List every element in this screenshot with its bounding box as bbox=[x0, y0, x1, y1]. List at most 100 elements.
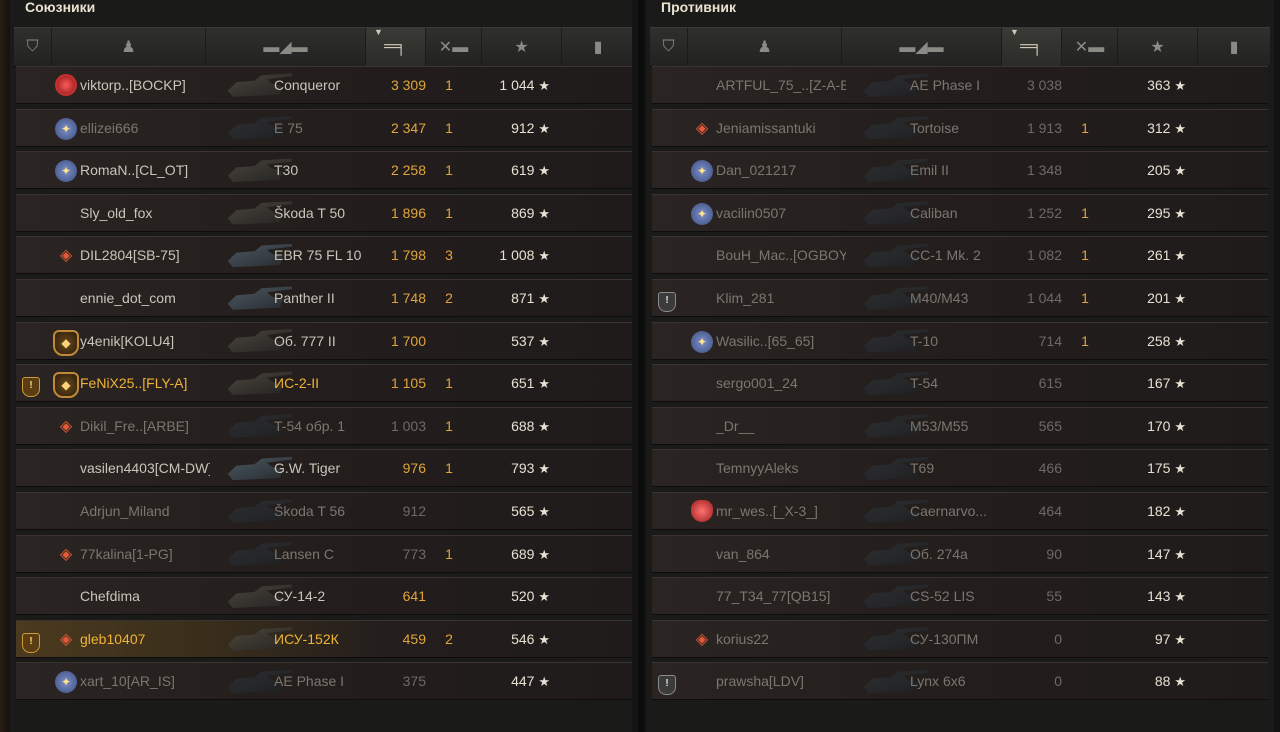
player-name[interactable]: 77kalina[1-PG] bbox=[80, 536, 210, 572]
player-column-header[interactable]: ♟ bbox=[688, 28, 842, 66]
player-name[interactable]: prawsha[LDV] bbox=[716, 663, 846, 699]
player-name[interactable]: Dan_021217 bbox=[716, 152, 846, 188]
player-row[interactable]: sergo001_24 T-54 615 167 ★ bbox=[652, 364, 1268, 403]
player-row[interactable]: ! ◈ gleb10407 ИСУ-152К 459 2 546 ★ bbox=[16, 619, 632, 658]
player-name[interactable]: DIL2804[SB-75] bbox=[80, 237, 210, 273]
tank-column-header[interactable]: ▬◢▬ bbox=[206, 28, 366, 66]
player-name[interactable]: ARTFUL_75_..[Z-A-B] bbox=[716, 67, 846, 103]
player-row[interactable]: ◈ 77kalina[1-PG] Lansen C 773 1 689 ★ bbox=[16, 534, 632, 573]
allies-title: Союзники bbox=[25, 0, 96, 15]
xp-number: 871 bbox=[511, 290, 535, 306]
damage-column-header[interactable]: ▼ ═╕ bbox=[366, 27, 426, 66]
player-name[interactable]: Chefdima bbox=[80, 578, 210, 614]
player-name[interactable]: _Dr__ bbox=[716, 408, 846, 444]
player-row[interactable]: van_864 Об. 274а 90 147 ★ bbox=[652, 534, 1268, 573]
player-name[interactable]: BouH_Mac..[OGBOY] bbox=[716, 237, 846, 273]
player-name[interactable]: Dikil_Fre..[ARBE] bbox=[80, 408, 210, 444]
player-row[interactable]: ARTFUL_75_..[Z-A-B] AE Phase I 3 038 363 ★ bbox=[652, 66, 1268, 104]
player-row[interactable]: mr_wes..[_X-3_] Caernarvo... 464 182 ★ bbox=[652, 492, 1268, 530]
medal-icon: ▮ bbox=[1229, 39, 1239, 56]
player-row[interactable]: ◈ korius22 СУ-130ПМ 0 97 ★ bbox=[652, 619, 1268, 658]
xp-number: 447 bbox=[511, 673, 535, 690]
medal-column-header[interactable]: ▮ bbox=[1198, 28, 1270, 66]
player-name[interactable]: korius22 bbox=[716, 621, 846, 657]
star-icon: ★ bbox=[1174, 461, 1186, 477]
player-row[interactable]: ✦ Wasilic..[65_65] T-10 714 1 258 ★ bbox=[652, 321, 1268, 360]
player-name[interactable]: gleb10407 bbox=[80, 621, 210, 657]
kills-column-header[interactable]: ✕▬ bbox=[1062, 28, 1118, 66]
player-name[interactable]: xart_10[AR_IS] bbox=[80, 663, 210, 699]
player-row[interactable]: ! ◆ FeNiX25..[FLY-A] ИС-2-II 1 105 1 651 ★ bbox=[16, 364, 632, 403]
kills-column-header[interactable]: ✕▬ bbox=[426, 28, 482, 66]
player-row[interactable]: ◆ y4enik[KOLU4] Об. 777 II 1 700 537 ★ bbox=[16, 321, 632, 360]
player-row[interactable]: ! Klim_281 M40/M43 1 044 1 201 ★ bbox=[652, 279, 1268, 317]
player-row[interactable]: ! prawsha[LDV] Lynx 6x6 0 88 ★ bbox=[652, 662, 1268, 701]
player-name[interactable]: y4enik[KOLU4] bbox=[80, 323, 210, 359]
player-name[interactable]: Wasilic..[65_65] bbox=[716, 323, 846, 359]
player-name[interactable]: RomaN..[CL_OT] bbox=[80, 152, 210, 188]
platoon-cell bbox=[658, 237, 680, 273]
player-row[interactable]: ◈ Dikil_Fre..[ARBE] T-54 обр. 1 1 003 1 688 ★ bbox=[16, 406, 632, 445]
player-name[interactable]: Sly_old_fox bbox=[80, 195, 210, 231]
player-row[interactable]: ✦ xart_10[AR_IS] AE Phase I 375 447 ★ bbox=[16, 662, 632, 701]
player-row[interactable]: ✦ RomaN..[CL_OT] T30 2 258 1 619 ★ bbox=[16, 151, 632, 190]
platoon-cell bbox=[22, 578, 44, 614]
player-row[interactable]: BouH_Mac..[OGBOY] CC-1 Mk. 2 1 082 1 261 ★ bbox=[652, 236, 1268, 275]
allies-header: ⛉ ♟ ▬◢▬ ▼ ═╕ ✕▬ ★ ▮ bbox=[14, 27, 634, 67]
platoon-icon: ! bbox=[658, 292, 676, 312]
vehicle-name: T-54 обр. 1 bbox=[274, 417, 346, 434]
player-row[interactable]: TemnyyAleks T69 466 175 ★ bbox=[652, 449, 1268, 488]
platoon-icon: ! bbox=[22, 377, 40, 398]
xp-value: 537 ★ bbox=[476, 323, 550, 359]
medal-column-header[interactable]: ▮ bbox=[562, 28, 634, 66]
player-row[interactable]: _Dr__ M53/M55 565 170 ★ bbox=[652, 406, 1268, 445]
player-row[interactable]: ✦ ellizei666 E 75 2 347 1 912 ★ bbox=[16, 108, 632, 147]
player-row[interactable]: ✦ Dan_021217 Emil II 1 348 205 ★ bbox=[652, 151, 1268, 190]
player-name[interactable]: vasilen4403[CM-DW] bbox=[80, 450, 210, 486]
tank-column-header[interactable]: ▬◢▬ bbox=[842, 28, 1002, 66]
player-name[interactable]: vacilin0507 bbox=[716, 195, 846, 231]
player-row[interactable]: Chefdima СУ-14-2 641 520 ★ bbox=[16, 577, 632, 616]
platoon-cell: ! bbox=[22, 365, 44, 401]
vehicle-name: Tortoise bbox=[910, 119, 960, 136]
damage-value: 1 044 bbox=[1026, 290, 1062, 306]
player-name[interactable]: Adrjun_Miland bbox=[80, 493, 210, 529]
player-name[interactable]: sergo001_24 bbox=[716, 365, 846, 401]
vehicle-name: Conqueror bbox=[274, 77, 341, 93]
player-row[interactable]: viktorp..[BOCKP] Conqueror 3 309 1 1 044 ★ bbox=[16, 66, 632, 104]
kills-value: 1 bbox=[1081, 247, 1089, 264]
platoon-column-header[interactable]: ⛉ bbox=[650, 28, 688, 66]
player-name[interactable]: TemnyyAleks bbox=[716, 450, 846, 486]
player-name[interactable]: van_864 bbox=[716, 536, 846, 572]
player-name[interactable]: Jeniamissantuki bbox=[716, 110, 846, 146]
player-name[interactable]: 77_T34_77[QB15] bbox=[716, 578, 846, 614]
player-row[interactable]: ◈ DIL2804[SB-75] EBR 75 FL 10 1 798 3 1 008 ★ bbox=[16, 236, 632, 275]
xp-number: 143 bbox=[1147, 588, 1171, 605]
player-row[interactable]: ennie_dot_com Panther II 1 748 2 871 ★ bbox=[16, 279, 632, 317]
badge-cell bbox=[52, 195, 80, 231]
vehicle-name: Об. 274а bbox=[910, 545, 968, 562]
player-name[interactable]: ellizei666 bbox=[80, 110, 210, 146]
player-name[interactable]: ennie_dot_com bbox=[80, 280, 210, 316]
player-name[interactable]: FeNiX25..[FLY-A] bbox=[80, 365, 210, 401]
player-row[interactable]: Sly_old_fox Škoda T 50 1 896 1 869 ★ bbox=[16, 193, 632, 232]
player-row[interactable]: vasilen4403[CM-DW] G.W. Tiger 976 1 793 ★ bbox=[16, 449, 632, 488]
damage-value: 1 348 bbox=[1026, 162, 1062, 179]
player-column-header[interactable]: ♟ bbox=[52, 28, 206, 66]
platoon-column-header[interactable]: ⛉ bbox=[14, 28, 52, 66]
player-row[interactable]: ◈ Jeniamissantuki Tortoise 1 913 1 312 ★ bbox=[652, 108, 1268, 147]
xp-column-header[interactable]: ★ bbox=[1118, 28, 1198, 66]
player-row[interactable]: 77_T34_77[QB15] CS-52 LIS 55 143 ★ bbox=[652, 577, 1268, 616]
player-name[interactable]: Klim_281 bbox=[716, 280, 846, 316]
medal-icon: ▮ bbox=[593, 39, 603, 56]
xp-value: 689 ★ bbox=[476, 536, 550, 572]
damage-column-header[interactable]: ▼ ═╕ bbox=[1002, 27, 1062, 66]
player-row[interactable]: Adrjun_Miland Škoda T 56 912 565 ★ bbox=[16, 492, 632, 530]
xp-column-header[interactable]: ★ bbox=[482, 28, 562, 66]
kills-value bbox=[1070, 621, 1100, 657]
damage-icon: ═╕ bbox=[384, 38, 407, 55]
player-name[interactable]: mr_wes..[_X-3_] bbox=[716, 493, 846, 529]
player-row[interactable]: ✦ vacilin0507 Caliban 1 252 1 295 ★ bbox=[652, 193, 1268, 232]
xp-number: 363 bbox=[1147, 77, 1171, 93]
player-name[interactable]: viktorp..[BOCKP] bbox=[80, 67, 210, 103]
